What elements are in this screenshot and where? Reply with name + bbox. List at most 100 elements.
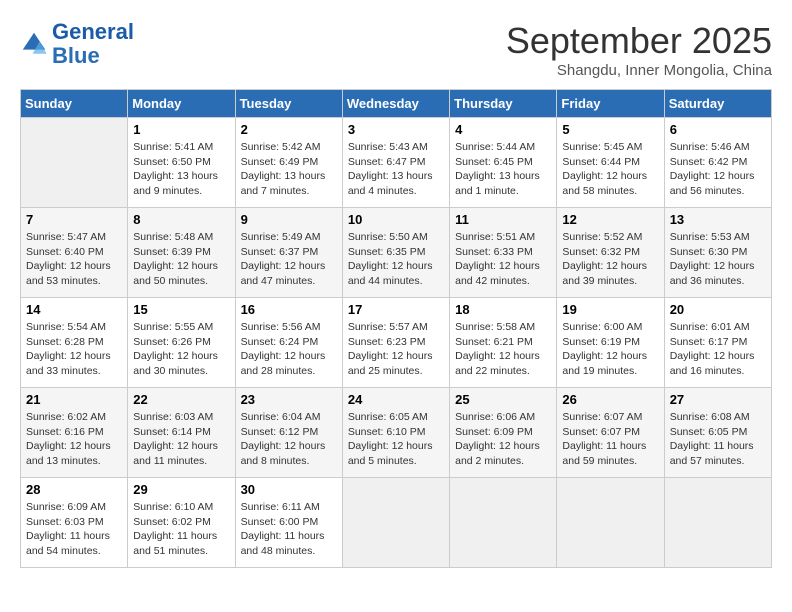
- day-info: Sunrise: 5:46 AM Sunset: 6:42 PM Dayligh…: [670, 140, 766, 199]
- calendar-week-row: 21 Sunrise: 6:02 AM Sunset: 6:16 PM Dayli…: [21, 388, 772, 478]
- day-info: Sunrise: 5:54 AM Sunset: 6:28 PM Dayligh…: [26, 320, 122, 379]
- day-number: 27: [670, 392, 766, 407]
- location-subtitle: Shangdu, Inner Mongolia, China: [506, 62, 772, 79]
- day-number: 25: [455, 392, 551, 407]
- calendar-cell: 13Sunrise: 5:53 AM Sunset: 6:30 PM Dayli…: [664, 208, 771, 298]
- day-number: 11: [455, 212, 551, 227]
- day-number: 29: [133, 482, 229, 497]
- day-info: Sunrise: 5:58 AM Sunset: 6:21 PM Dayligh…: [455, 320, 551, 379]
- day-info: Sunrise: 6:03 AM Sunset: 6:14 PM Dayligh…: [133, 410, 229, 469]
- day-info: Sunrise: 5:48 AM Sunset: 6:39 PM Dayligh…: [133, 230, 229, 289]
- day-info: Sunrise: 6:00 AM Sunset: 6:19 PM Dayligh…: [562, 320, 658, 379]
- day-info: Sunrise: 6:05 AM Sunset: 6:10 PM Dayligh…: [348, 410, 444, 469]
- day-number: 26: [562, 392, 658, 407]
- calendar-cell: 26 Sunrise: 6:07 AM Sunset: 6:07 PM Dayli…: [557, 388, 664, 478]
- calendar-cell: 20Sunrise: 6:01 AM Sunset: 6:17 PM Dayli…: [664, 298, 771, 388]
- calendar-cell: 23Sunrise: 6:04 AM Sunset: 6:12 PM Dayli…: [235, 388, 342, 478]
- calendar-week-row: 28 Sunrise: 6:09 AM Sunset: 6:03 PM Dayli…: [21, 478, 772, 568]
- day-info: Sunrise: 6:09 AM Sunset: 6:03 PM Dayligh…: [26, 500, 122, 559]
- logo-line2: Blue: [52, 43, 100, 68]
- calendar-cell: 21 Sunrise: 6:02 AM Sunset: 6:16 PM Dayli…: [21, 388, 128, 478]
- day-number: 7: [26, 212, 122, 227]
- calendar-cell: 14 Sunrise: 5:54 AM Sunset: 6:28 PM Dayli…: [21, 298, 128, 388]
- day-number: 1: [133, 122, 229, 137]
- day-info: Sunrise: 5:56 AM Sunset: 6:24 PM Dayligh…: [241, 320, 337, 379]
- day-info: Sunrise: 6:08 AM Sunset: 6:05 PM Dayligh…: [670, 410, 766, 469]
- logo-text: General Blue: [52, 20, 134, 68]
- day-number: 13: [670, 212, 766, 227]
- logo: General Blue: [20, 20, 134, 68]
- calendar-cell: 22Sunrise: 6:03 AM Sunset: 6:14 PM Dayli…: [128, 388, 235, 478]
- calendar-cell: [21, 118, 128, 208]
- day-number: 14: [26, 302, 122, 317]
- day-info: Sunrise: 6:02 AM Sunset: 6:16 PM Dayligh…: [26, 410, 122, 469]
- day-number: 2: [241, 122, 337, 137]
- day-info: Sunrise: 5:45 AM Sunset: 6:44 PM Dayligh…: [562, 140, 658, 199]
- day-number: 20: [670, 302, 766, 317]
- day-number: 6: [670, 122, 766, 137]
- calendar-cell: 24 Sunrise: 6:05 AM Sunset: 6:10 PM Dayli…: [342, 388, 449, 478]
- calendar-cell: 4 Sunrise: 5:44 AM Sunset: 6:45 PM Daylig…: [450, 118, 557, 208]
- weekday-header: Saturday: [664, 90, 771, 118]
- calendar-cell: 10 Sunrise: 5:50 AM Sunset: 6:35 PM Dayli…: [342, 208, 449, 298]
- day-info: Sunrise: 5:43 AM Sunset: 6:47 PM Dayligh…: [348, 140, 444, 199]
- calendar-week-row: 7 Sunrise: 5:47 AM Sunset: 6:40 PM Daylig…: [21, 208, 772, 298]
- logo-icon: [20, 30, 48, 58]
- calendar-cell: [557, 478, 664, 568]
- day-info: Sunrise: 5:55 AM Sunset: 6:26 PM Dayligh…: [133, 320, 229, 379]
- day-number: 3: [348, 122, 444, 137]
- calendar-cell: 3 Sunrise: 5:43 AM Sunset: 6:47 PM Daylig…: [342, 118, 449, 208]
- day-number: 24: [348, 392, 444, 407]
- day-info: Sunrise: 5:42 AM Sunset: 6:49 PM Dayligh…: [241, 140, 337, 199]
- day-info: Sunrise: 5:47 AM Sunset: 6:40 PM Dayligh…: [26, 230, 122, 289]
- calendar-cell: [664, 478, 771, 568]
- calendar-week-row: 1 Sunrise: 5:41 AM Sunset: 6:50 PM Daylig…: [21, 118, 772, 208]
- calendar-table: SundayMondayTuesdayWednesdayThursdayFrid…: [20, 89, 772, 568]
- calendar-cell: 18 Sunrise: 5:58 AM Sunset: 6:21 PM Dayli…: [450, 298, 557, 388]
- day-info: Sunrise: 5:57 AM Sunset: 6:23 PM Dayligh…: [348, 320, 444, 379]
- day-info: Sunrise: 5:49 AM Sunset: 6:37 PM Dayligh…: [241, 230, 337, 289]
- weekday-header: Sunday: [21, 90, 128, 118]
- calendar-cell: 7 Sunrise: 5:47 AM Sunset: 6:40 PM Daylig…: [21, 208, 128, 298]
- day-number: 10: [348, 212, 444, 227]
- weekday-header: Tuesday: [235, 90, 342, 118]
- calendar-cell: 1 Sunrise: 5:41 AM Sunset: 6:50 PM Daylig…: [128, 118, 235, 208]
- day-number: 30: [241, 482, 337, 497]
- day-number: 18: [455, 302, 551, 317]
- day-number: 9: [241, 212, 337, 227]
- title-block: September 2025 Shangdu, Inner Mongolia, …: [506, 20, 772, 79]
- calendar-cell: 25 Sunrise: 6:06 AM Sunset: 6:09 PM Dayli…: [450, 388, 557, 478]
- day-info: Sunrise: 6:06 AM Sunset: 6:09 PM Dayligh…: [455, 410, 551, 469]
- day-number: 5: [562, 122, 658, 137]
- day-info: Sunrise: 5:41 AM Sunset: 6:50 PM Dayligh…: [133, 140, 229, 199]
- calendar-cell: [342, 478, 449, 568]
- day-info: Sunrise: 5:51 AM Sunset: 6:33 PM Dayligh…: [455, 230, 551, 289]
- month-title: September 2025: [506, 20, 772, 62]
- day-number: 4: [455, 122, 551, 137]
- calendar-cell: 12Sunrise: 5:52 AM Sunset: 6:32 PM Dayli…: [557, 208, 664, 298]
- day-number: 28: [26, 482, 122, 497]
- calendar-cell: 5 Sunrise: 5:45 AM Sunset: 6:44 PM Daylig…: [557, 118, 664, 208]
- day-info: Sunrise: 6:07 AM Sunset: 6:07 PM Dayligh…: [562, 410, 658, 469]
- page-header: General Blue September 2025 Shangdu, Inn…: [20, 20, 772, 79]
- day-number: 12: [562, 212, 658, 227]
- day-info: Sunrise: 6:10 AM Sunset: 6:02 PM Dayligh…: [133, 500, 229, 559]
- weekday-header: Friday: [557, 90, 664, 118]
- day-number: 21: [26, 392, 122, 407]
- day-info: Sunrise: 6:11 AM Sunset: 6:00 PM Dayligh…: [241, 500, 337, 559]
- calendar-cell: 16 Sunrise: 5:56 AM Sunset: 6:24 PM Dayli…: [235, 298, 342, 388]
- day-number: 16: [241, 302, 337, 317]
- calendar-cell: 17Sunrise: 5:57 AM Sunset: 6:23 PM Dayli…: [342, 298, 449, 388]
- weekday-header: Monday: [128, 90, 235, 118]
- calendar-cell: 6 Sunrise: 5:46 AM Sunset: 6:42 PM Daylig…: [664, 118, 771, 208]
- day-number: 15: [133, 302, 229, 317]
- day-info: Sunrise: 5:50 AM Sunset: 6:35 PM Dayligh…: [348, 230, 444, 289]
- day-number: 23: [241, 392, 337, 407]
- calendar-cell: 15 Sunrise: 5:55 AM Sunset: 6:26 PM Dayli…: [128, 298, 235, 388]
- calendar-cell: 28 Sunrise: 6:09 AM Sunset: 6:03 PM Dayli…: [21, 478, 128, 568]
- day-number: 19: [562, 302, 658, 317]
- logo-line1: General: [52, 19, 134, 44]
- weekday-header: Wednesday: [342, 90, 449, 118]
- calendar-cell: 29 Sunrise: 6:10 AM Sunset: 6:02 PM Dayli…: [128, 478, 235, 568]
- day-info: Sunrise: 5:44 AM Sunset: 6:45 PM Dayligh…: [455, 140, 551, 199]
